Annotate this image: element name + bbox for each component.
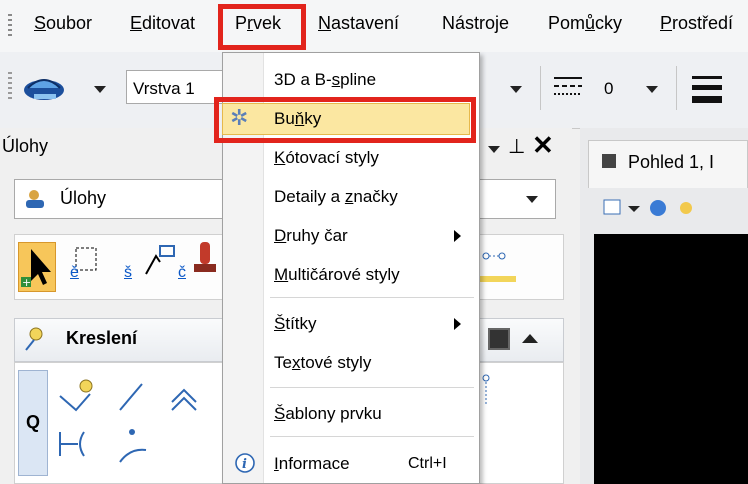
tasks-icon [24,188,48,210]
move-tool-icon[interactable] [136,244,176,284]
menu-item-multicarove-styly[interactable]: Multičárové styly [222,257,478,293]
view-canvas[interactable] [594,234,748,484]
close-icon[interactable]: ✕ [532,130,554,161]
line-style-icon[interactable] [552,70,584,104]
view-window-icon [602,154,616,168]
element-selection-tool[interactable]: + [18,242,56,292]
tool-letter-3: č [178,264,186,281]
toolbar-separator [540,66,541,110]
menubar-grip[interactable] [8,14,12,38]
pin-icon[interactable]: ⊥ [508,134,525,159]
menu-separator [270,297,474,298]
menu-item-stitky[interactable]: Štítky [222,306,478,342]
highlight-box-prvek [218,4,306,50]
menu-nastaveni[interactable]: Nastavení [318,13,399,34]
svg-text:+: + [22,276,31,289]
level-combobox-value: Vrstva 1 [133,79,195,98]
fence-tool-icon[interactable] [62,246,98,286]
q-tab-label: Q [26,412,41,432]
tasks-combobox-value: Úlohy [60,188,107,208]
submenu-arrow-icon [454,230,461,242]
menu-nastroje[interactable]: Nástroje [442,13,509,34]
menu-item-label: Multičárové styly [274,265,400,284]
menu-item-label: Kótovací styly [274,148,379,167]
menu-bar: Soubor Editovat Prvek Nastavení Nástroje… [0,0,748,52]
section-layout-icon[interactable] [488,328,510,350]
svg-text:i: i [242,457,247,472]
panel-title: Úlohy [2,136,49,156]
measure-tool-icon[interactable] [478,248,518,286]
stamp-tool-icon[interactable] [190,240,220,284]
menu-separator [270,387,474,388]
place-smartline-icon[interactable] [478,372,498,412]
line-weight-icon[interactable] [690,70,724,106]
tool-letter-1: ě [70,264,79,281]
chevron-down-icon[interactable] [94,86,106,93]
submenu-arrow-icon [454,318,461,330]
menu-item-label: Detaily a značky [274,187,398,206]
menu-prostredi[interactable]: Prostředí [660,13,733,34]
info-icon: i [234,452,256,474]
menu-item-textove-styly[interactable]: Textové styly [222,345,478,381]
menu-soubor[interactable]: Soubor [34,13,92,34]
menu-item-label: Textové styly [274,353,372,372]
tool-letter-2: š [124,264,132,281]
menu-item-label: Šablony prvku [274,404,382,423]
menu-item-informace[interactable]: i Informace Ctrl+I [222,446,478,482]
menu-item-shortcut: Ctrl+I [408,455,447,472]
drawing-section-icon [22,326,46,354]
menu-item-sablony-prvku[interactable]: Šablony prvku [222,396,478,432]
level-display-icon[interactable] [20,66,70,110]
toolbar-separator [676,66,677,110]
view-title: Pohled 1, I [628,152,715,172]
menu-item-label: 3D a B-spline [274,70,377,89]
chevron-down-icon[interactable] [510,86,522,93]
menu-item-label: Informace [274,454,350,473]
chevron-down-icon[interactable] [646,86,658,93]
menu-item-kotovaci-styly[interactable]: Kótovací styly [222,140,478,176]
drawing-section-title: Kreslení [66,328,138,348]
highlight-box-bunky [214,97,476,143]
chevron-down-icon[interactable] [526,196,538,203]
menu-item-label: Druhy čar [274,226,348,245]
panel-menu-icon[interactable] [488,146,500,153]
menu-item-3d-bspline[interactable]: 3D a B-spline [222,62,478,98]
menu-item-druhy-car[interactable]: Druhy čar [222,218,478,254]
toolbar-grip[interactable] [8,72,12,102]
menu-pomucky[interactable]: Pomůcky [548,13,622,34]
menu-item-label: Štítky [274,314,317,333]
menu-item-detaily-a-znacky[interactable]: Detaily a značky [222,179,478,215]
menu-separator [270,436,474,437]
drawing-tool-icons[interactable] [56,376,216,476]
menu-editovat[interactable]: Editovat [130,13,195,34]
view-toolbar[interactable] [602,194,748,226]
line-style-value: 0 [604,79,614,98]
collapse-icon[interactable] [522,334,538,343]
